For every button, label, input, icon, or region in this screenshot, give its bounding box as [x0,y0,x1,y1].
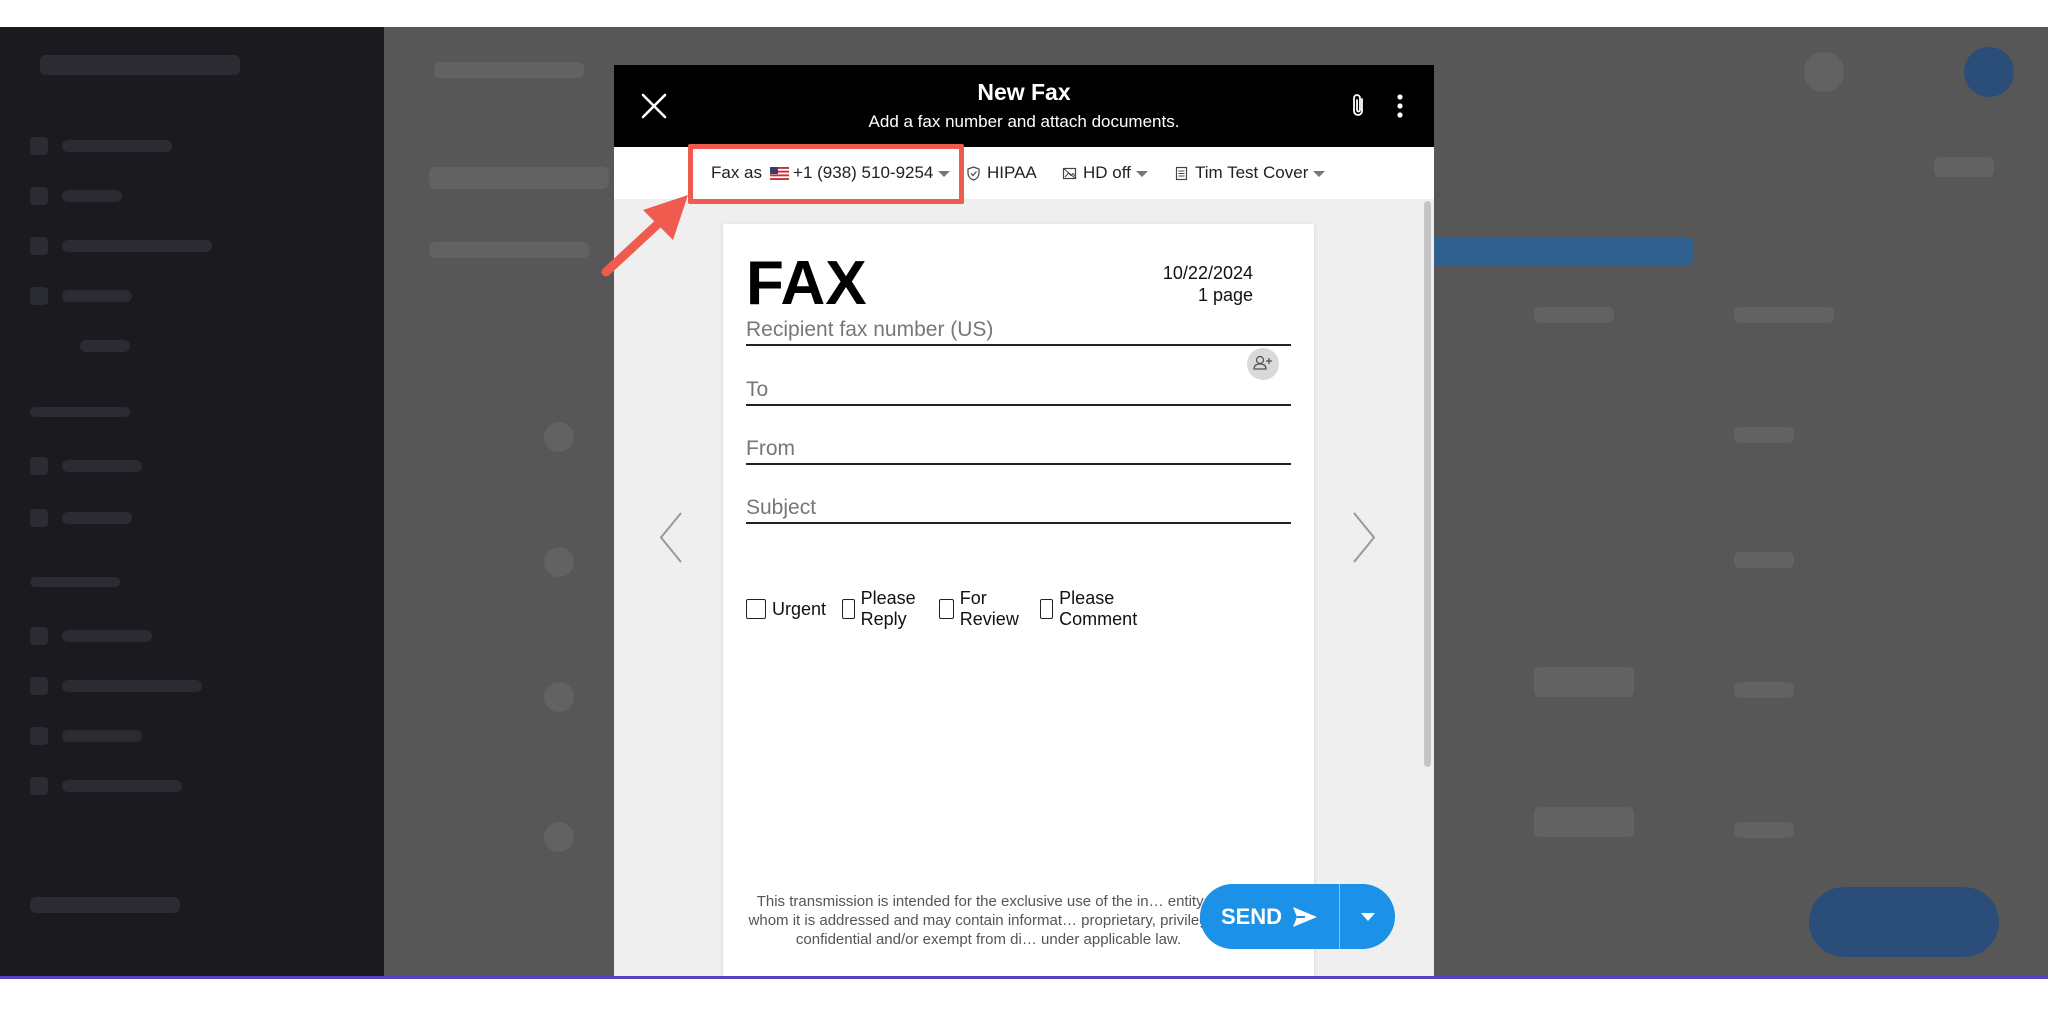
modal-subtitle: Add a fax number and attach documents. [868,112,1180,131]
to-field[interactable] [746,366,1291,406]
send-arrow-icon [1293,906,1318,927]
send-button-group: SEND [1200,884,1395,949]
us-flag-icon [770,166,790,180]
modal-title: New Fax [977,79,1071,105]
more-options-button[interactable] [1394,92,1406,120]
cover-page-selector[interactable]: Tim Test Cover [1174,147,1326,199]
shield-check-icon [967,165,980,181]
checkbox-box [842,599,855,619]
checkbox-box [746,599,766,619]
more-vertical-icon [1397,94,1403,118]
paperclip-icon [1353,94,1363,116]
caret-down-icon [1313,171,1326,177]
fax-options-toolbar: Fax as +1 (938) 510-9254 HIPAA HD off Ti… [614,147,1434,199]
fax-as-selector[interactable]: Fax as +1 (938) 510-9254 [711,147,951,199]
send-label: SEND [1220,903,1283,929]
checkbox-label: Urgent [772,598,827,619]
please-reply-checkbox[interactable]: Please Reply [842,588,923,630]
to-input[interactable] [746,378,1246,402]
document-scrollbar[interactable] [1424,201,1431,767]
fax-flags: Urgent Please Reply For Review Please Co… [746,588,1144,630]
modal-header: New Fax Add a fax number and attach docu… [614,65,1434,147]
subject-field[interactable] [746,484,1291,524]
fax-as-label: Fax as [711,163,763,182]
from-field[interactable] [746,425,1291,465]
hd-label: HD off [1083,163,1131,182]
checkbox-label: Please Reply [860,588,916,629]
recipient-fax-field[interactable] [746,306,1291,346]
checkbox-label: Please Comment [1059,588,1138,629]
cover-page-icon [1175,166,1188,180]
caret-down-icon [1135,171,1148,177]
from-input[interactable] [746,437,1246,461]
recipient-fax-input[interactable] [746,318,1246,342]
please-comment-checkbox[interactable]: Please Comment [1040,588,1144,630]
subject-input[interactable] [746,496,1246,520]
attach-button[interactable] [1348,92,1370,120]
hipaa-label: HIPAA [987,163,1037,182]
checkbox-box [939,599,954,619]
background-accent-strip [0,976,2048,979]
checkbox-label: For Review [959,588,1019,629]
confidentiality-disclaimer: This transmission is intended for the ex… [748,893,1229,948]
cover-page-label: Tim Test Cover [1195,163,1309,182]
urgent-checkbox[interactable]: Urgent [746,599,826,620]
hipaa-toggle[interactable]: HIPAA [966,147,1037,199]
page-count: 1 page [1197,285,1253,305]
send-button[interactable]: SEND [1200,884,1340,949]
for-review-checkbox[interactable]: For Review [939,588,1024,630]
caret-down-icon [1360,912,1375,921]
checkbox-box [1040,599,1054,619]
hd-icon [1062,167,1077,179]
chevron-left-icon [659,512,682,563]
screen: New Fax Add a fax number and attach docu… [0,0,2048,1018]
chevron-right-icon [1353,512,1376,563]
hd-selector[interactable]: HD off [1062,147,1148,199]
send-options-button[interactable] [1340,884,1395,949]
caret-down-icon [938,171,951,177]
previous-page-button[interactable] [656,510,686,565]
next-page-button[interactable] [1349,510,1379,565]
fax-date: 10/22/2024 [1162,263,1253,283]
fax-as-number: +1 (938) 510-9254 [793,163,934,182]
background-sidebar [0,27,384,976]
